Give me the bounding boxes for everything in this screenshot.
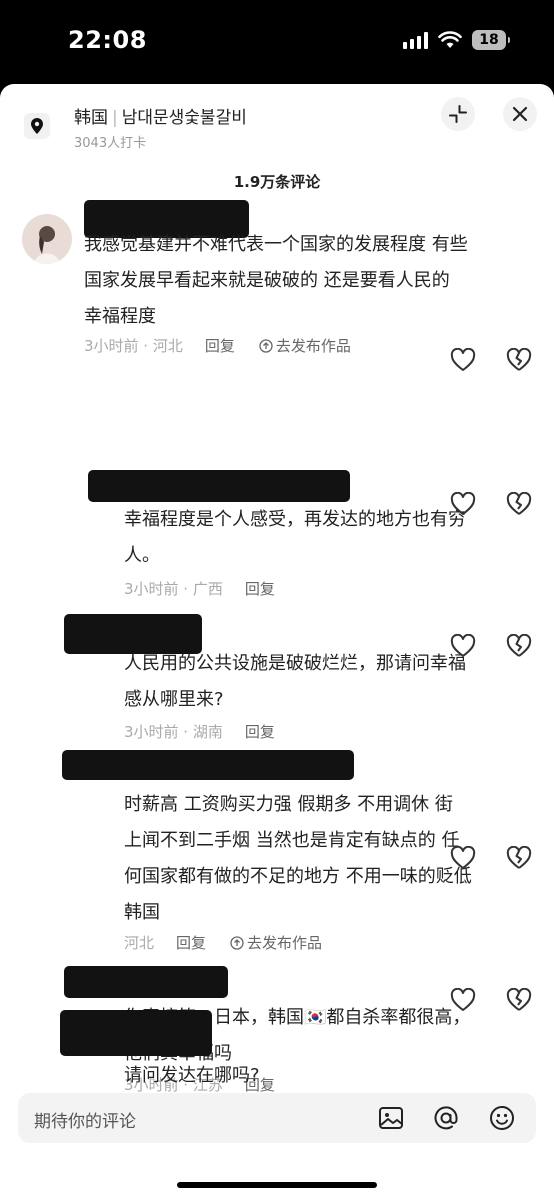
heart-icon[interactable] (450, 348, 476, 372)
publish-work-button[interactable]: 去发布作品 (259, 335, 351, 356)
close-button[interactable] (503, 97, 537, 131)
username-redacted (62, 750, 354, 780)
location-title: 韩国 | 남대문생숯불갈비 (74, 108, 247, 128)
username-redacted (88, 476, 350, 502)
status-bar: 22:08 18 (0, 0, 554, 84)
avatar[interactable] (22, 214, 72, 264)
comment-text-line: 幸福程度是个人感受，再发达的地方也有穷 (124, 509, 466, 530)
comment-text-line: 幸福程度 (84, 306, 156, 327)
comment-text-line: 人。 (124, 545, 160, 566)
reply-button[interactable]: 回复 (245, 721, 275, 742)
upload-icon (259, 338, 273, 353)
comment-text-line: 时薪高 工资购买力强 假期多 不用调休 街 (124, 794, 453, 815)
reply-button[interactable]: 回复 (205, 335, 235, 356)
comment-text-line: 我感觉基建并不难代表一个国家的发展程度 有些 (84, 234, 468, 255)
comment-text-line: 感从哪里来? (124, 689, 224, 710)
status-time: 22:08 (68, 26, 147, 54)
home-indicator (177, 1182, 377, 1188)
comment-time-location: 3小时前 · 广西 (124, 580, 223, 598)
broken-heart-icon[interactable] (506, 846, 532, 870)
username-redacted (64, 966, 228, 998)
comment-text-line: 韩国 (124, 902, 160, 923)
comment-text-line: 人民用的公共设施是破破烂烂，那请问幸福 (124, 653, 466, 674)
reply-button[interactable]: 回复 (245, 578, 275, 599)
comment-time-location: 3小时前 · 湖南 (124, 723, 223, 741)
collapse-icon (449, 105, 467, 123)
broken-heart-icon[interactable] (506, 634, 532, 658)
reply-button[interactable]: 回复 (176, 932, 206, 953)
location-name: 韩国 (74, 108, 108, 128)
comment-text-line: 请问发达在哪吗? (124, 1065, 260, 1086)
collapse-button[interactable] (441, 97, 475, 131)
publish-work-button[interactable]: 去发布作品 (230, 932, 322, 953)
at-icon[interactable] (432, 1104, 460, 1132)
broken-heart-icon[interactable] (506, 348, 532, 372)
upload-icon (230, 935, 244, 950)
heart-icon[interactable] (450, 988, 476, 1012)
comment-sheet: 韩国 | 남대문생숯불갈비 3043人打卡 1.9万条评论 我感觉基建并不难代表一个… (0, 84, 554, 1200)
image-icon[interactable] (377, 1104, 405, 1132)
comment-input-placeholder: 期待你的评论 (34, 1112, 136, 1132)
location-pin-icon (24, 113, 50, 139)
close-icon (512, 106, 528, 122)
location-header[interactable]: 韩国 | 남대문생숯불갈비 3043人打卡 (0, 84, 554, 164)
emoji-icon[interactable] (488, 1104, 516, 1132)
battery-icon: 18 (472, 30, 510, 50)
comment-text-line: 上闻不到二手烟 当然也是肯定有缺点的 任 (124, 830, 460, 851)
broken-heart-icon[interactable] (506, 492, 532, 516)
location-place: 남대문생숯불갈비 (121, 108, 247, 128)
comment-location: 河北 (124, 934, 155, 952)
comment-input[interactable]: 期待你的评论 (18, 1093, 536, 1143)
comment-time-location: 3小时前 · 河北 (84, 337, 183, 355)
comment-text-line: 何国家都有做的不足的地方 不用一味的贬低 (124, 866, 472, 887)
wifi-icon (438, 31, 462, 48)
signal-icon (403, 31, 428, 49)
heart-icon[interactable] (450, 846, 476, 870)
broken-heart-icon[interactable] (506, 988, 532, 1012)
heart-icon[interactable] (450, 492, 476, 516)
comment-count: 1.9万条评论 (233, 173, 321, 191)
checkin-count: 3043人打卡 (74, 136, 147, 151)
username-redacted (60, 1010, 212, 1056)
comment-text-line: 国家发展早看起来就是破破的 还是要看人民的 (84, 270, 450, 291)
heart-icon[interactable] (450, 634, 476, 658)
